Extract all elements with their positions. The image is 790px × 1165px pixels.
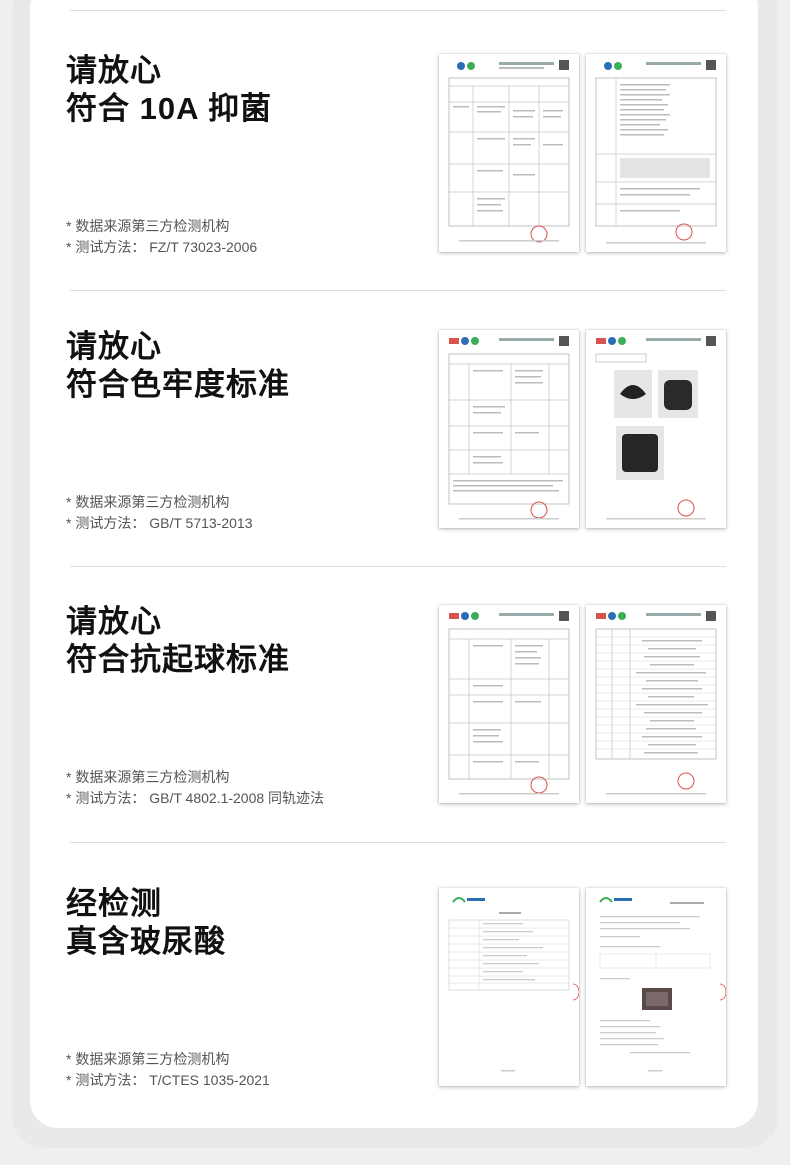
test-report-page-1 [439, 605, 579, 803]
test-report-page-2 [586, 888, 726, 1086]
divider [70, 566, 726, 567]
data-source-note: * 数据来源第三方检测机构 [66, 218, 230, 234]
test-report-page-1 [439, 330, 579, 528]
test-report-photo-page [586, 330, 726, 528]
section-title-line1: 请放心 [66, 329, 162, 364]
section-title-line2: 符合 10A 抑菌 [66, 91, 272, 126]
test-report-page-2 [586, 54, 726, 252]
section-title-line2: 符合色牢度标准 [66, 367, 290, 402]
test-report-page-1 [439, 888, 579, 1086]
test-report-page-1 [439, 54, 579, 252]
section-title-line1: 请放心 [66, 53, 162, 88]
section-title-line1: 经检测 [66, 886, 162, 921]
test-method-note: * 测试方法： GB/T 4802.1-2008 同轨迹法 [66, 790, 325, 806]
section-title-line1: 请放心 [66, 604, 162, 639]
test-method-note: * 测试方法： T/CTES 1035-2021 [66, 1072, 270, 1088]
test-method-note: * 测试方法： FZ/T 73023-2006 [66, 239, 258, 255]
test-method-note: * 测试方法： GB/T 5713-2013 [66, 515, 253, 531]
divider [70, 290, 726, 291]
data-source-note: * 数据来源第三方检测机构 [66, 1051, 230, 1067]
test-report-page-2 [586, 605, 726, 803]
section-title-line2: 符合抗起球标准 [66, 642, 290, 677]
divider [70, 10, 726, 11]
section-title-line2: 真含玻尿酸 [66, 924, 226, 959]
divider [70, 842, 726, 843]
data-source-note: * 数据来源第三方检测机构 [66, 494, 230, 510]
data-source-note: * 数据来源第三方检测机构 [66, 769, 230, 785]
